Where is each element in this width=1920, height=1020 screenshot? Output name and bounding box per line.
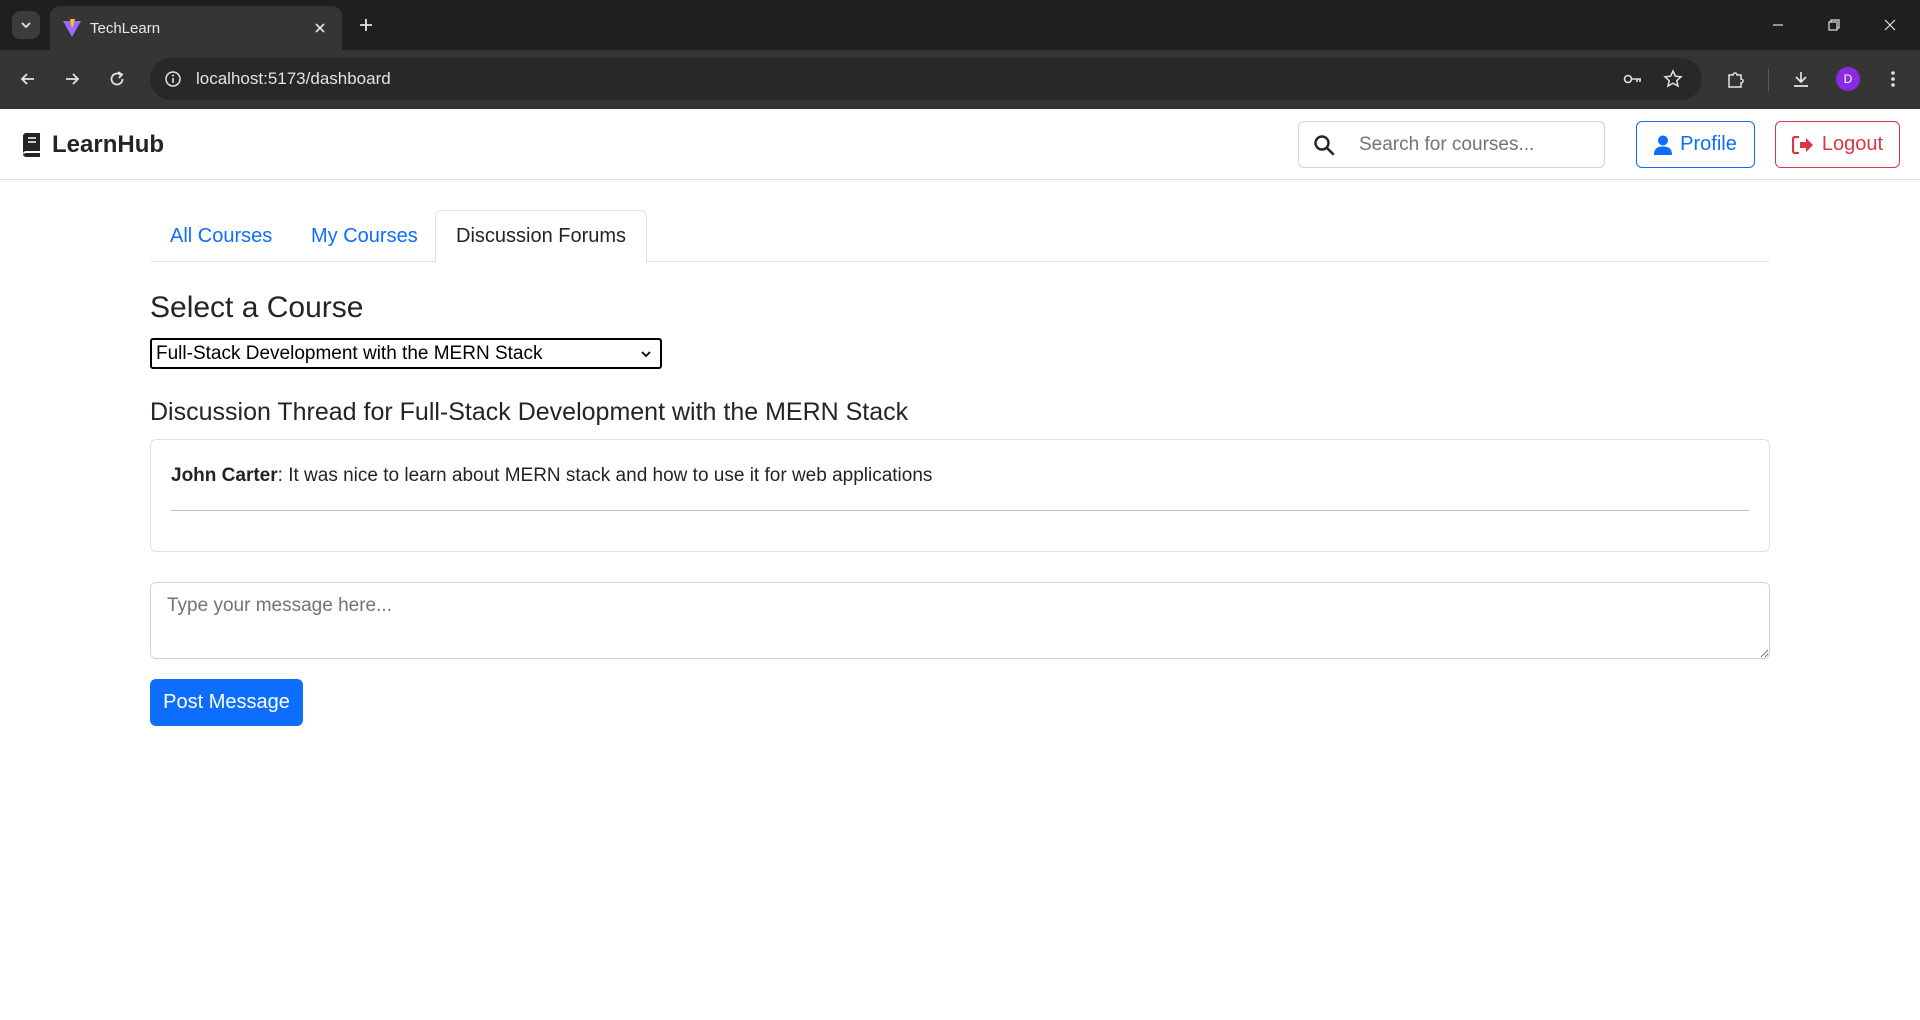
info-icon xyxy=(165,71,181,87)
course-search xyxy=(1298,121,1605,168)
more-vertical-icon xyxy=(1891,71,1895,87)
downloads-button[interactable] xyxy=(1787,65,1815,93)
close-icon xyxy=(1884,19,1896,31)
tab-discussion-forums[interactable]: Discussion Forums xyxy=(435,210,648,263)
url-text: localhost:5173/dashboard xyxy=(196,69,391,88)
logout-button[interactable]: Logout xyxy=(1775,121,1900,168)
dashboard-tabs: All Courses My Courses Discussion Forums xyxy=(150,210,1770,263)
message-divider xyxy=(171,510,1749,511)
course-select[interactable]: Full-Stack Development with the MERN Sta… xyxy=(150,338,662,369)
chevron-down-icon xyxy=(21,22,31,29)
vite-logo-icon xyxy=(63,19,81,37)
message-input[interactable] xyxy=(150,582,1770,659)
browser-tab[interactable]: TechLearn xyxy=(50,6,342,50)
chevron-down-icon xyxy=(641,351,651,358)
star-icon xyxy=(1663,69,1683,88)
logout-button-label: Logout xyxy=(1821,133,1884,155)
discussion-thread: John Carter: It was nice to learn about … xyxy=(150,439,1770,552)
restore-icon xyxy=(1828,19,1840,31)
key-icon xyxy=(1623,74,1641,84)
tab-all-courses[interactable]: All Courses xyxy=(150,210,292,262)
minimize-button[interactable] xyxy=(1750,0,1806,50)
back-button[interactable] xyxy=(12,63,44,95)
message-text: : It was nice to learn about MERN stack … xyxy=(277,465,933,486)
book-icon xyxy=(23,133,40,157)
close-icon xyxy=(315,23,325,33)
tab-my-courses[interactable]: My Courses xyxy=(291,210,438,262)
plus-icon xyxy=(360,19,372,31)
tab-close-button[interactable] xyxy=(308,16,332,40)
new-tab-button[interactable] xyxy=(352,11,380,39)
reload-button[interactable] xyxy=(101,63,133,95)
browser-tabstrip: TechLearn xyxy=(0,0,1920,50)
arrow-right-icon xyxy=(66,73,80,85)
profile-avatar[interactable]: D xyxy=(1836,67,1860,91)
app-navbar: LearnHub Profile Logout xyxy=(0,109,1920,180)
forward-button[interactable] xyxy=(56,63,88,95)
discussion-thread-title: Discussion Thread for Full-Stack Develop… xyxy=(150,398,909,426)
profile-button[interactable]: Profile xyxy=(1636,121,1755,168)
bookmark-button[interactable] xyxy=(1660,66,1686,92)
toolbar-divider xyxy=(1768,69,1769,91)
minimize-icon xyxy=(1773,24,1783,26)
restore-button[interactable] xyxy=(1806,0,1862,50)
sign-out-icon xyxy=(1791,135,1813,154)
arrow-left-icon xyxy=(20,73,34,85)
search-input[interactable] xyxy=(1359,122,1599,167)
profile-button-label: Profile xyxy=(1680,133,1737,155)
tab-title: TechLearn xyxy=(90,20,161,37)
brand-link[interactable]: LearnHub xyxy=(20,131,164,159)
password-key-button[interactable] xyxy=(1620,66,1646,92)
selected-course: Full-Stack Development with the MERN Sta… xyxy=(156,342,543,364)
close-window-button[interactable] xyxy=(1862,0,1918,50)
reload-icon xyxy=(110,71,124,86)
message-author: John Carter xyxy=(171,465,278,486)
list-item: John Carter: It was nice to learn about … xyxy=(171,465,932,487)
browser-menu-button[interactable] xyxy=(1879,65,1907,93)
site-info-button[interactable] xyxy=(162,68,184,90)
search-icon xyxy=(1314,135,1335,156)
post-message-button[interactable]: Post Message xyxy=(150,679,303,726)
puzzle-icon xyxy=(1728,72,1744,88)
download-icon xyxy=(1794,72,1808,87)
tab-search-button[interactable] xyxy=(12,11,40,39)
extensions-button[interactable] xyxy=(1722,65,1750,93)
select-course-heading: Select a Course xyxy=(150,291,364,324)
brand-name: LearnHub xyxy=(52,131,165,158)
address-bar[interactable]: localhost:5173/dashboard xyxy=(150,58,1702,100)
browser-toolbar: localhost:5173/dashboard D xyxy=(0,50,1920,109)
user-icon xyxy=(1654,135,1673,155)
